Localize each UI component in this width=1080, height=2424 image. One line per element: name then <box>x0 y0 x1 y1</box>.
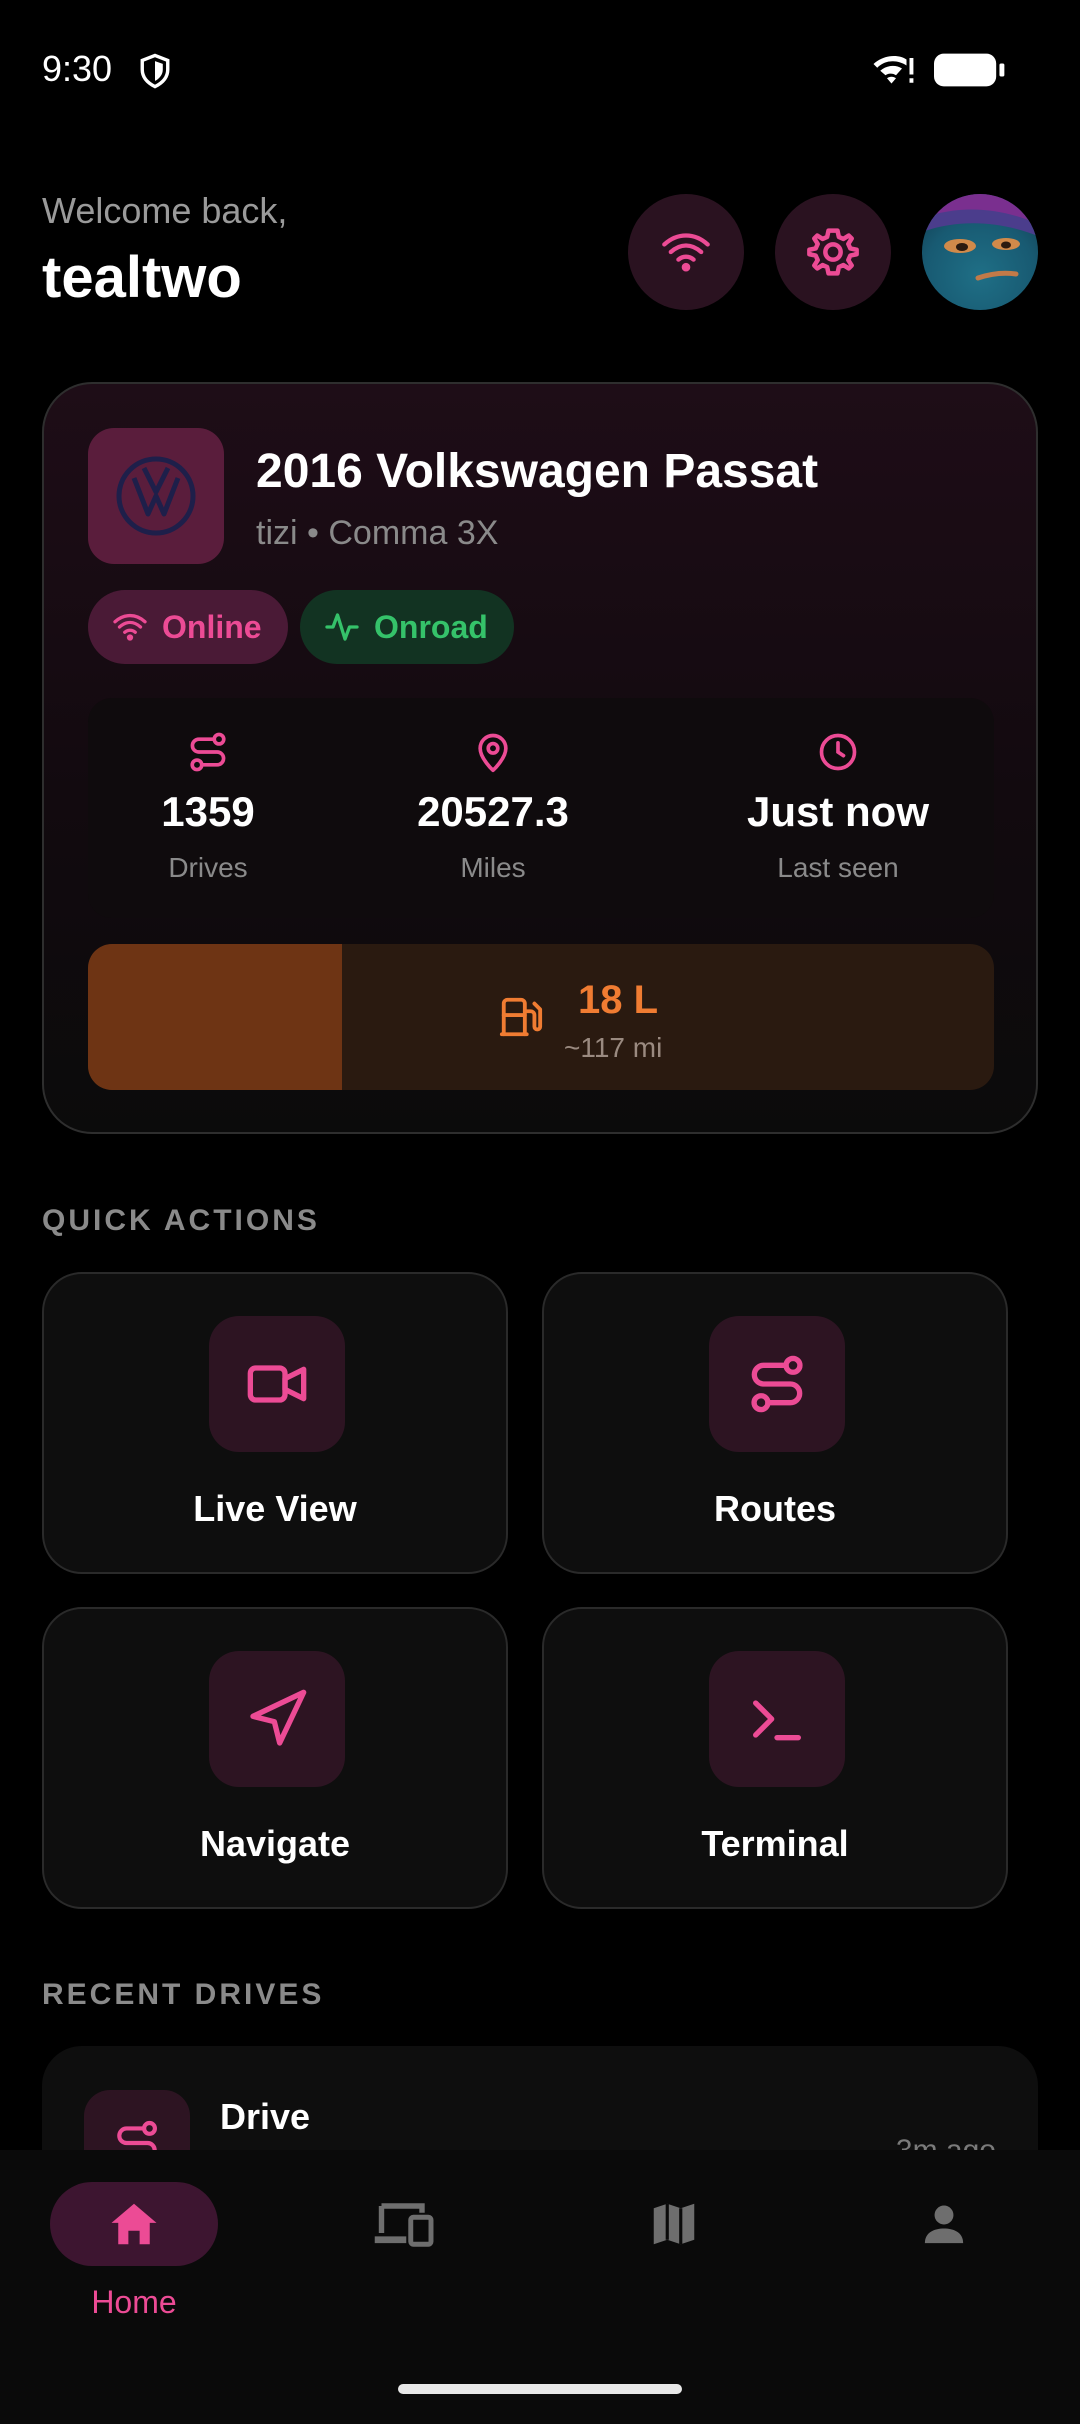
nav-home-indicator <box>50 2182 218 2266</box>
vehicle-title: 2016 Volkswagen Passat <box>256 445 819 498</box>
onroad-status-badge: Onroad <box>300 590 514 664</box>
status-time: 9:30 <box>42 48 113 89</box>
vehicle-subtitle: tizi • Comma 3X <box>256 514 499 552</box>
stat-value: 20527.3 <box>417 788 569 835</box>
fuel-level-fill <box>88 944 342 1090</box>
live-view-icon-tile <box>209 1316 345 1452</box>
list-item[interactable]: Drive 3m ago <box>42 2046 1038 2150</box>
stat-label: Drives <box>168 852 248 883</box>
battery-icon <box>934 53 1005 87</box>
devices-icon <box>374 2203 434 2247</box>
welcome-text: Welcome back, <box>42 190 288 231</box>
status-bar: 9:30 <box>0 0 1080 140</box>
username: tealtwo <box>42 245 242 310</box>
stat-drives: 1359 Drives <box>108 698 308 918</box>
avatar-image <box>922 194 1038 281</box>
home-icon <box>111 2203 157 2245</box>
video-camera-icon <box>247 1365 307 1403</box>
nav-home[interactable]: Home <box>24 2182 244 2342</box>
nav-devices[interactable] <box>294 2182 514 2342</box>
terminal-label: Terminal <box>701 1823 849 1864</box>
drive-time: 3m ago <box>896 2134 996 2150</box>
wifi-icon <box>113 613 147 641</box>
gear-icon <box>807 228 859 276</box>
route-icon <box>190 732 226 772</box>
online-status-label: Online <box>162 608 262 645</box>
nav-home-label: Home <box>91 2284 177 2320</box>
wifi-icon <box>662 233 710 272</box>
person-icon <box>924 2205 964 2244</box>
settings-button[interactable] <box>775 194 891 310</box>
nav-profile[interactable] <box>834 2182 1054 2342</box>
terminal-button[interactable]: Terminal <box>542 1607 1008 1909</box>
recent-drives-list: Drive 3m ago <box>0 2040 1080 2150</box>
bottom-navigation: Home <box>0 2150 1080 2424</box>
wifi-status-icon <box>873 55 914 84</box>
vehicle-card[interactable]: 2016 Volkswagen Passat tizi • Comma 3X O… <box>42 382 1038 1134</box>
routes-icon-tile <box>709 1316 845 1452</box>
clock-icon <box>819 733 857 771</box>
home-indicator <box>398 2384 682 2394</box>
map-pin-icon <box>478 733 508 773</box>
recent-drives-heading: RECENT DRIVES <box>42 1978 325 2011</box>
stat-label: Miles <box>460 852 526 883</box>
navigate-label: Navigate <box>199 1823 351 1864</box>
route-icon <box>751 1355 803 1413</box>
brand-logo-tile <box>88 428 224 564</box>
terminal-icon-tile <box>709 1651 845 1787</box>
navigate-icon-tile <box>209 1651 345 1787</box>
live-view-button[interactable]: Live View <box>42 1272 508 1574</box>
nav-profile-pill <box>860 2182 1028 2266</box>
connectivity-button[interactable] <box>628 194 744 310</box>
vehicle-stats: 1359 Drives 20527.3 Miles Just now Last … <box>88 698 994 918</box>
navigation-arrow-icon <box>250 1689 307 1746</box>
activity-icon <box>325 613 359 641</box>
drive-icon-tile <box>84 2090 190 2150</box>
navigate-button[interactable]: Navigate <box>42 1607 508 1909</box>
routes-button[interactable]: Routes <box>542 1272 1008 1574</box>
fuel-pump-icon <box>499 997 543 1037</box>
stat-last-seen: Just now Last seen <box>708 698 968 918</box>
terminal-icon <box>753 1700 801 1741</box>
online-status-badge: Online <box>88 590 288 664</box>
volkswagen-logo-icon <box>116 456 196 536</box>
avatar[interactable] <box>922 194 1038 310</box>
quick-actions-heading: QUICK ACTIONS <box>42 1204 320 1237</box>
fuel-value: 18 L <box>578 978 659 1022</box>
shield-icon <box>140 53 170 89</box>
stat-value: 1359 <box>161 788 255 835</box>
stat-value: Just now <box>746 788 929 835</box>
routes-label: Routes <box>713 1488 836 1529</box>
nav-devices-pill <box>320 2182 488 2266</box>
stat-label: Last seen <box>777 852 899 883</box>
fuel-range: ~117 mi <box>564 1032 663 1063</box>
nav-map-pill <box>590 2182 758 2266</box>
onroad-status-label: Onroad <box>374 608 488 645</box>
drive-name: Drive <box>220 2096 311 2137</box>
live-view-label: Live View <box>193 1488 357 1529</box>
stat-miles: 20527.3 Miles <box>368 698 618 918</box>
fuel-level-bar: 18 L ~117 mi <box>88 944 994 1090</box>
map-icon <box>653 2203 695 2245</box>
route-icon <box>117 2120 157 2150</box>
nav-map[interactable] <box>564 2182 784 2342</box>
